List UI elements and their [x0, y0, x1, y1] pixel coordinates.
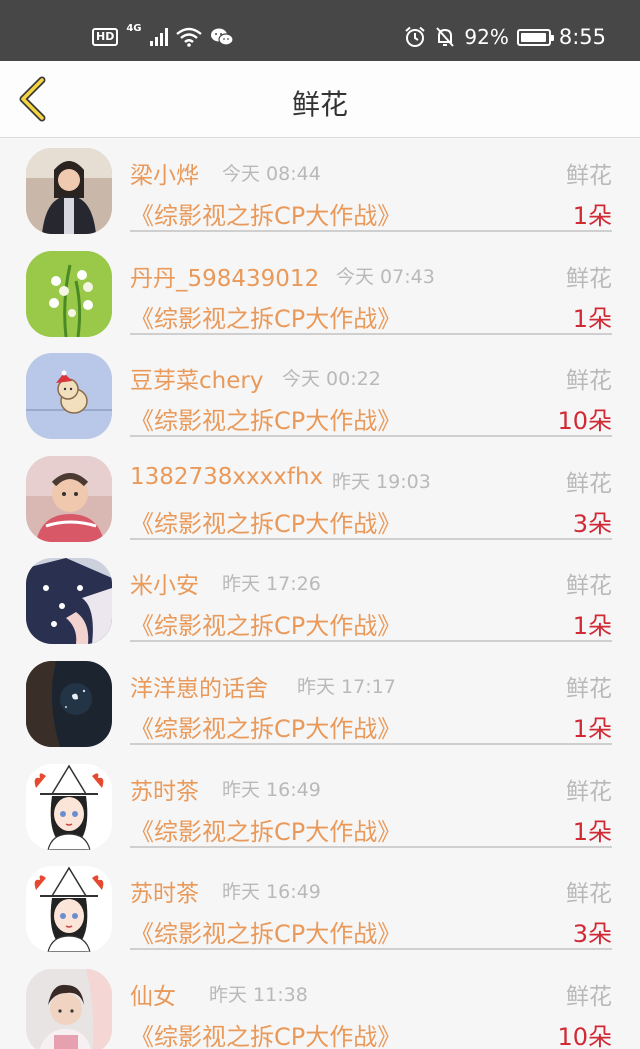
list-item[interactable]: 洋洋崽的话舍 昨天 17:17 鲜花 《综影视之拆CP大作战》 1朵 — [0, 651, 640, 754]
divider — [130, 230, 612, 232]
work-title-link[interactable]: 《综影视之拆CP大作战》 — [130, 299, 401, 334]
send-time: 昨天 11:38 — [209, 983, 308, 1006]
divider — [130, 948, 612, 951]
flower-count: 1朵 — [572, 304, 612, 333]
sender-name: 米小安 — [130, 573, 199, 600]
avatar[interactable] — [26, 455, 112, 542]
wifi-icon — [175, 27, 202, 47]
sender-name: 仙女 — [130, 983, 176, 1010]
avatar[interactable] — [26, 558, 112, 645]
list-item[interactable]: 仙女 昨天 11:38 鲜花 《综影视之拆CP大作战》 10朵 — [0, 959, 640, 1049]
status-icons-left: HD 4G — [92, 24, 234, 50]
flower-count: 1朵 — [572, 202, 612, 230]
gift-type-label: 鲜花 — [566, 163, 612, 189]
work-title-link[interactable]: 《综影视之拆CP大作战》 — [130, 504, 401, 539]
list-item[interactable]: 豆芽菜chery 今天 00:22 鲜花 《综影视之拆CP大作战》 10朵 — [0, 343, 640, 446]
gift-type-label: 鲜花 — [566, 881, 612, 908]
send-time: 昨天 19:03 — [332, 470, 431, 493]
work-title-link[interactable]: 《综影视之拆CP大作战》 — [130, 812, 401, 847]
signal-icon — [149, 28, 168, 46]
sender-name: 苏时茶 — [130, 881, 199, 908]
list-item[interactable]: 苏时茶 昨天 16:49 鲜花 《综影视之拆CP大作战》 1朵 — [0, 754, 640, 857]
page-title: 鲜花 — [291, 88, 348, 121]
sender-name: 豆芽菜chery — [130, 368, 264, 395]
avatar[interactable] — [26, 250, 112, 337]
battery-icon — [516, 28, 554, 46]
divider — [130, 742, 612, 745]
flower-count: 1朵 — [572, 714, 612, 743]
gift-type-label: 鲜花 — [566, 368, 612, 395]
list-item[interactable]: 梁小烨 今天 08:44 鲜花 《综影视之拆CP大作战》 1朵 — [0, 138, 640, 241]
gift-type-label: 鲜花 — [566, 470, 612, 497]
mute-bell-icon — [436, 27, 455, 47]
gift-type-label: 鲜花 — [566, 675, 612, 702]
list-item[interactable]: 米小安 昨天 17:26 鲜花 《综影视之拆CP大作战》 1朵 — [0, 548, 640, 651]
list-item[interactable]: 丹丹_598439012 今天 07:43 鲜花 《综影视之拆CP大作战》 1朵 — [0, 241, 640, 344]
list-item[interactable]: 1382738xxxxfhx 昨天 19:03 鲜花 《综影视之拆CP大作战》 … — [0, 446, 640, 549]
send-time: 今天 07:43 — [336, 265, 435, 288]
sender-name: 洋洋崽的话舍 — [130, 675, 268, 702]
work-title-link[interactable]: 《综影视之拆CP大作战》 — [130, 401, 401, 436]
send-time: 昨天 16:49 — [222, 881, 321, 904]
work-title-link[interactable]: 《综影视之拆CP大作战》 — [130, 709, 401, 744]
list-item[interactable]: 苏时茶 昨天 16:49 鲜花 《综影视之拆CP大作战》 3朵 — [0, 856, 640, 959]
flower-count: 1朵 — [572, 612, 612, 641]
divider — [130, 537, 612, 540]
send-time: 昨天 17:17 — [297, 675, 396, 698]
gift-type-label: 鲜花 — [566, 573, 612, 600]
sender-name: 梁小烨 — [130, 163, 199, 189]
send-time: 昨天 16:49 — [222, 778, 321, 801]
flower-gift-list: 梁小烨 今天 08:44 鲜花 《综影视之拆CP大作战》 1朵 丹丹_59843… — [0, 138, 640, 1049]
flower-count: 3朵 — [572, 509, 612, 538]
send-time: 今天 08:44 — [222, 163, 321, 185]
gift-type-label: 鲜花 — [566, 265, 612, 292]
divider — [130, 332, 612, 335]
sender-name: 1382738xxxxfhx — [130, 463, 324, 490]
avatar[interactable] — [26, 660, 112, 747]
divider — [130, 435, 612, 438]
avatar[interactable] — [26, 763, 112, 850]
avatar[interactable] — [26, 353, 112, 440]
flower-count: 3朵 — [572, 920, 612, 949]
send-time: 昨天 17:26 — [222, 573, 321, 596]
hd-icon: HD — [92, 28, 119, 46]
work-title-link[interactable]: 《综影视之拆CP大作战》 — [130, 606, 401, 641]
work-title-link[interactable]: 《综影视之拆CP大作战》 — [130, 914, 401, 949]
status-icons-right: 92% 8:55 — [404, 24, 606, 50]
divider — [130, 845, 612, 848]
work-title-link[interactable]: 《综影视之拆CP大作战》 — [130, 1017, 401, 1049]
gift-type-label: 鲜花 — [566, 778, 612, 805]
network-type-label: 4G — [126, 23, 142, 34]
wechat-icon — [210, 28, 234, 46]
divider — [130, 640, 612, 643]
avatar[interactable] — [26, 968, 112, 1049]
battery-percent: 92% — [464, 25, 509, 49]
sender-name: 丹丹_598439012 — [130, 265, 320, 292]
header-bar: 鲜花 — [0, 61, 640, 138]
gift-type-label: 鲜花 — [566, 983, 612, 1010]
sender-name: 苏时茶 — [130, 778, 199, 805]
work-title-link[interactable]: 《综影视之拆CP大作战》 — [130, 196, 401, 231]
flower-count: 10朵 — [557, 407, 612, 436]
send-time: 今天 00:22 — [282, 368, 381, 391]
avatar[interactable] — [26, 866, 112, 953]
flower-count: 1朵 — [572, 817, 612, 846]
alarm-icon — [405, 26, 426, 47]
avatar[interactable] — [26, 148, 112, 234]
status-bar: HD 4G 92% 8:55 — [0, 0, 640, 61]
clock: 8:55 — [558, 25, 606, 49]
flower-count: 10朵 — [557, 1022, 612, 1049]
